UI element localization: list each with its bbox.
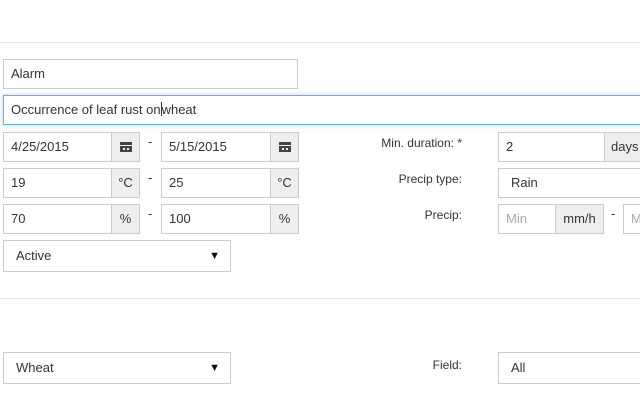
humidity-max-unit: % — [270, 204, 299, 234]
precip-label: Precip: — [424, 208, 462, 222]
min-duration-unit: days — [604, 132, 640, 162]
temperature-min-input[interactable]: 19 — [3, 168, 112, 198]
precip-min-input[interactable]: Min — [498, 204, 556, 234]
caret-down-icon: ▼ — [209, 362, 220, 374]
precip-type-label: Precip type: — [398, 172, 462, 186]
description-text-before-cursor: Occurrence of leaf rust on — [11, 102, 161, 117]
temperature-min-unit: °C — [111, 168, 140, 198]
precip-range-dash: - — [611, 206, 616, 221]
humidity-range-dash: - — [148, 206, 153, 221]
precip-type-select[interactable]: Rain — [498, 168, 640, 198]
calendar-icon — [119, 142, 132, 152]
status-select[interactable]: Active ▼ — [3, 240, 231, 272]
calendar-icon — [278, 142, 291, 152]
crop-select-value: Wheat — [16, 360, 54, 375]
alarm-description-input[interactable]: Occurrence of leaf rust onwheat — [3, 95, 640, 125]
humidity-min-input[interactable]: 70 — [3, 204, 112, 234]
temperature-max-input[interactable]: 25 — [161, 168, 271, 198]
date-range-dash: - — [148, 134, 153, 149]
date-to-input[interactable]: 5/15/2015 — [161, 132, 271, 162]
alarm-name-input[interactable]: Alarm — [3, 59, 298, 89]
date-from-input[interactable]: 4/25/2015 — [3, 132, 112, 162]
date-to-calendar-button[interactable] — [270, 132, 299, 162]
field-label: Field: — [432, 358, 462, 372]
description-text-after-cursor: wheat — [161, 102, 197, 117]
field-select[interactable]: All — [498, 352, 640, 384]
temperature-range-dash: - — [148, 170, 153, 185]
top-divider — [0, 42, 640, 43]
caret-down-icon: ▼ — [209, 250, 220, 262]
status-select-value: Active — [16, 248, 52, 263]
min-duration-label: Min. duration: * — [381, 136, 462, 150]
temperature-max-unit: °C — [270, 168, 299, 198]
humidity-min-unit: % — [111, 204, 140, 234]
precip-max-input[interactable]: M — [623, 204, 640, 234]
humidity-max-input[interactable]: 100 — [161, 204, 271, 234]
precip-min-unit: mm/h — [555, 204, 604, 234]
crop-select[interactable]: Wheat ▼ — [3, 352, 231, 384]
date-from-calendar-button[interactable] — [111, 132, 140, 162]
section-divider — [0, 298, 640, 299]
min-duration-input[interactable]: 2 — [498, 132, 605, 162]
